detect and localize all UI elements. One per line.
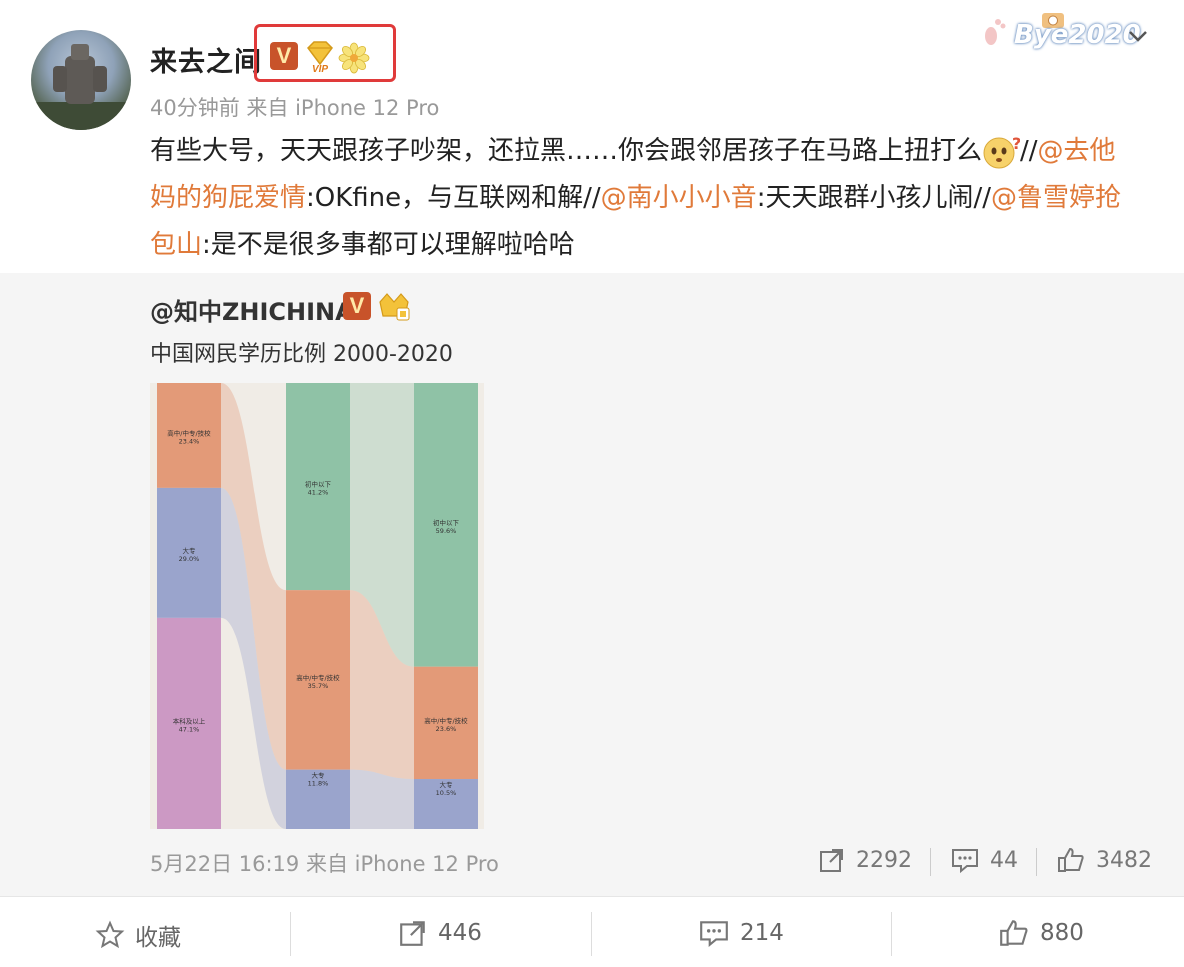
- comment-button[interactable]: 214: [698, 918, 784, 948]
- repost-footer: 5月22日 16:19 来自 iPhone 12 Pro: [150, 852, 499, 876]
- repost-verified-v-badge[interactable]: V: [343, 292, 371, 320]
- verified-v-badge[interactable]: V: [270, 42, 298, 70]
- repost-share-button[interactable]: 2292: [818, 846, 912, 874]
- share-count: 446: [438, 920, 482, 946]
- favorite-button[interactable]: 收藏: [95, 918, 181, 952]
- repost-comment-count: 44: [990, 847, 1018, 873]
- chart-segment-value: 23.6%: [436, 725, 457, 733]
- repost-title: 中国网民学历比例 2000-2020: [150, 342, 453, 367]
- star-icon: [95, 920, 125, 950]
- repost-share-count: 2292: [856, 847, 912, 873]
- post-text-segment: 有些大号，天天跟孩子吵架，还拉黑……你会跟邻居孩子在马路上扭打么: [150, 136, 983, 166]
- share-icon: [398, 918, 428, 948]
- chart-segment-label: 大专: [440, 780, 454, 789]
- crown-icon[interactable]: [377, 290, 411, 322]
- chart-svg: 高中/中专/技校23.4%大专29.0%本科及以上47.1%初中以下41.2%高…: [157, 383, 478, 829]
- watermark-text: Bye2020: [1014, 20, 1141, 50]
- chart-segment-label: 高中/中专/技校: [296, 673, 340, 682]
- chart-segment-label: 大专: [312, 771, 326, 780]
- watermark: Bye2020: [978, 8, 1141, 60]
- post-text-segment: :是不是很多事都可以理解啦哈哈: [202, 230, 575, 260]
- post-text-segment: :天天跟群小孩儿闹//: [756, 183, 991, 213]
- post-text-segment: :OKfine，与互联网和解//: [306, 183, 601, 213]
- chart-segment-label: 高中/中专/技校: [424, 716, 468, 725]
- repost-comment-button[interactable]: 44: [950, 846, 1018, 874]
- divider: [1036, 848, 1037, 876]
- chart-segment-value: 10.5%: [436, 789, 457, 797]
- chart-image[interactable]: 高中/中专/技校 23.4% 大专 29.0% 本科及以上 47.1% 初中以下 41.2% 高…: [150, 383, 484, 829]
- thumbs-up-icon: [1056, 846, 1086, 874]
- chart-segment-label: 初中以下: [305, 480, 332, 489]
- comment-icon: [950, 846, 980, 874]
- repost-like-button[interactable]: 3482: [1056, 846, 1152, 874]
- svg-text:?: ?: [1012, 135, 1020, 153]
- post-text: 有些大号，天天跟孩子吵架，还拉黑……你会跟邻居孩子在马路上扭打么?//@去他妈的…: [150, 128, 1140, 269]
- repost-like-count: 3482: [1096, 847, 1152, 873]
- chart-segment-value: 41.2%: [308, 489, 329, 497]
- thinking-face-emoji-icon: ?: [982, 135, 1020, 169]
- thumbs-up-icon: [998, 918, 1030, 948]
- favorite-label: 收藏: [135, 925, 181, 951]
- chart-segment-value: 47.1%: [179, 725, 200, 733]
- footprint-icon: [982, 16, 1008, 48]
- like-button[interactable]: 880: [998, 918, 1084, 948]
- chevron-down-icon[interactable]: [1126, 26, 1150, 46]
- divider: [591, 912, 592, 956]
- chart-segment-value: 23.4%: [179, 437, 200, 445]
- chart-segment-label: 初中以下: [433, 518, 460, 527]
- comment-count: 214: [740, 920, 784, 946]
- divider: [891, 912, 892, 956]
- chart-segment-label: 本科及以上: [173, 716, 206, 725]
- chart-segment-value: 35.7%: [308, 682, 329, 690]
- share-icon: [818, 846, 846, 874]
- share-button[interactable]: 446: [398, 918, 482, 948]
- divider: [930, 848, 931, 876]
- comment-icon: [698, 918, 730, 948]
- mention-link[interactable]: @南小小小音: [601, 183, 757, 213]
- post-text-segment: //: [1020, 136, 1038, 166]
- chart-segment-value: 11.8%: [308, 780, 329, 788]
- chart-segment-label: 高中/中专/技校: [167, 428, 211, 437]
- repost-username[interactable]: @知中ZHICHINA: [150, 292, 354, 327]
- chart-segment-value: 29.0%: [179, 555, 200, 563]
- post-meta: 40分钟前 来自 iPhone 12 Pro: [150, 96, 440, 120]
- vip-diamond-icon[interactable]: VIP: [304, 40, 336, 74]
- chart-segment-label: 大专: [183, 546, 197, 555]
- like-count: 880: [1040, 920, 1084, 946]
- vip-label: VIP: [312, 64, 328, 74]
- avatar[interactable]: [31, 30, 131, 130]
- username[interactable]: 来去之间: [150, 40, 262, 79]
- divider: [290, 912, 291, 956]
- flower-icon[interactable]: [338, 42, 370, 74]
- chart-segment-value: 59.6%: [436, 527, 457, 535]
